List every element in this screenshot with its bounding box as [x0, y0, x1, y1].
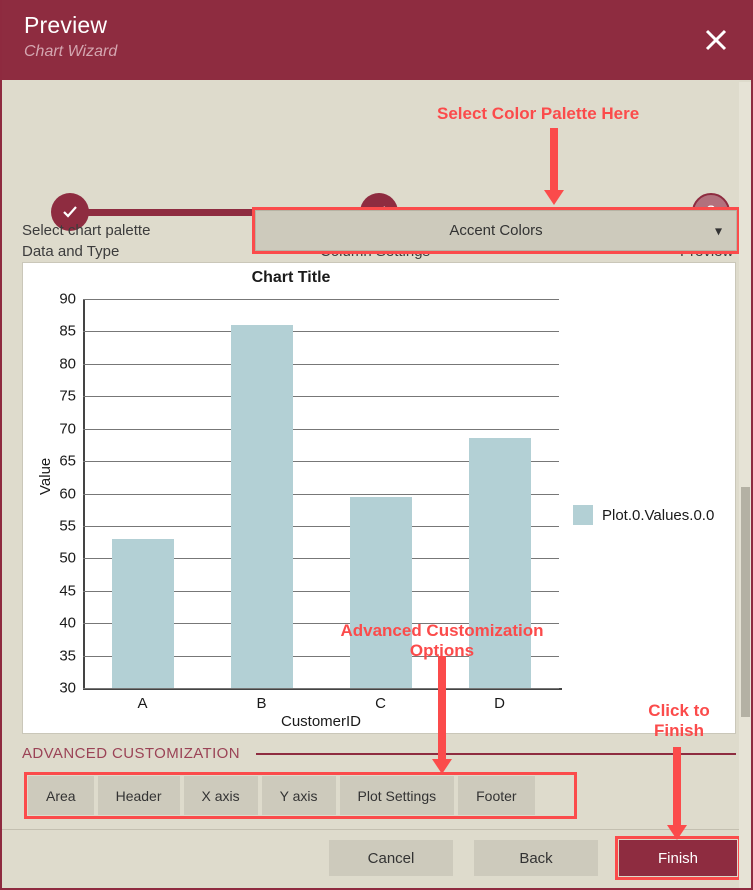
back-button[interactable]: Back: [474, 840, 598, 876]
advanced-button-y-axis[interactable]: Y axis: [261, 776, 336, 815]
y-tick-label: 70: [59, 420, 76, 438]
x-tick-label: A: [137, 695, 148, 712]
chart-title: Chart Title: [251, 269, 331, 286]
chart-bar: [230, 324, 293, 688]
chart-palette-value: Accent Colors: [449, 222, 543, 239]
chart-y-axis-label: Value: [37, 457, 54, 495]
vertical-scrollbar-thumb[interactable]: [741, 487, 750, 717]
gridline: [83, 299, 559, 300]
y-tick-label: 40: [59, 614, 76, 632]
y-tick-label: 45: [59, 582, 76, 600]
y-tick-label: 60: [59, 485, 76, 502]
dialog-subtitle: Chart Wizard: [24, 43, 118, 60]
chart-legend: Plot.0.Values.0.0: [573, 505, 714, 525]
palette-label: Select chart palette: [22, 222, 151, 239]
advanced-customization-divider: [255, 752, 736, 755]
advanced-customization-title: ADVANCED CUSTOMIZATION: [22, 745, 240, 762]
y-tick-label: 65: [59, 452, 76, 470]
finish-button[interactable]: Finish: [619, 840, 737, 876]
chart-preview-panel: Chart Title Value 90 85 80 75 70 65 60 55 50 45 40…: [22, 262, 736, 734]
advanced-button-area[interactable]: Area: [28, 776, 94, 815]
vertical-scrollbar-track[interactable]: [739, 82, 751, 888]
x-tick-label: C: [375, 695, 386, 712]
y-tick-label: 75: [59, 387, 76, 405]
chart-bar: [111, 538, 174, 688]
legend-swatch: [573, 505, 593, 525]
dialog-header: Preview Chart Wizard: [2, 0, 751, 80]
gridline: [83, 428, 559, 430]
chart-bar: [468, 438, 531, 688]
gridline: [83, 331, 559, 333]
y-tick-label: 30: [59, 679, 76, 697]
chart-palette-select[interactable]: Accent Colors ▾: [255, 210, 737, 251]
advanced-button-plot-settings[interactable]: Plot Settings: [339, 776, 455, 815]
x-tick-label: D: [494, 695, 505, 712]
cancel-button[interactable]: Cancel: [329, 840, 453, 876]
gridline: [83, 363, 559, 365]
y-tick-label: 50: [59, 549, 76, 567]
advanced-button-footer[interactable]: Footer: [458, 776, 535, 815]
gridline: [83, 396, 559, 398]
advanced-customization-header: ADVANCED CUSTOMIZATION: [22, 745, 736, 762]
y-tick-label: 85: [59, 322, 76, 340]
chart-bar: [349, 496, 412, 688]
y-tick-label: 90: [59, 290, 76, 308]
y-tick-label: 55: [59, 517, 76, 535]
legend-label: Plot.0.Values.0.0: [602, 506, 715, 524]
advanced-button-x-axis[interactable]: X axis: [183, 776, 258, 815]
close-icon[interactable]: [697, 21, 735, 59]
chevron-down-icon: ▾: [714, 222, 722, 238]
y-tick-label: 35: [59, 647, 76, 665]
advanced-button-header[interactable]: Header: [97, 776, 180, 815]
advanced-customization-buttons: Area Header X axis Y axis Plot Settings Foote…: [28, 776, 535, 815]
gridline: [83, 688, 559, 689]
chart-x-axis-label: CustomerID: [280, 713, 362, 730]
chart-plot-area: 90 85 80 75 70 65 60 55 50 45 40 35 30 A B C D: [59, 291, 562, 712]
chart-wizard-dialog: Preview Chart Wizard 3 Data and Type Col…: [0, 0, 753, 890]
x-tick-label: B: [256, 695, 267, 712]
page-title: Preview: [24, 12, 108, 38]
footer-divider: [2, 829, 751, 830]
wizard-stepper: 3 Data and Type Column Settings Preview: [2, 80, 751, 260]
palette-row: Select chart palette Accent Colors ▾: [2, 207, 751, 255]
y-tick-label: 80: [59, 355, 76, 373]
